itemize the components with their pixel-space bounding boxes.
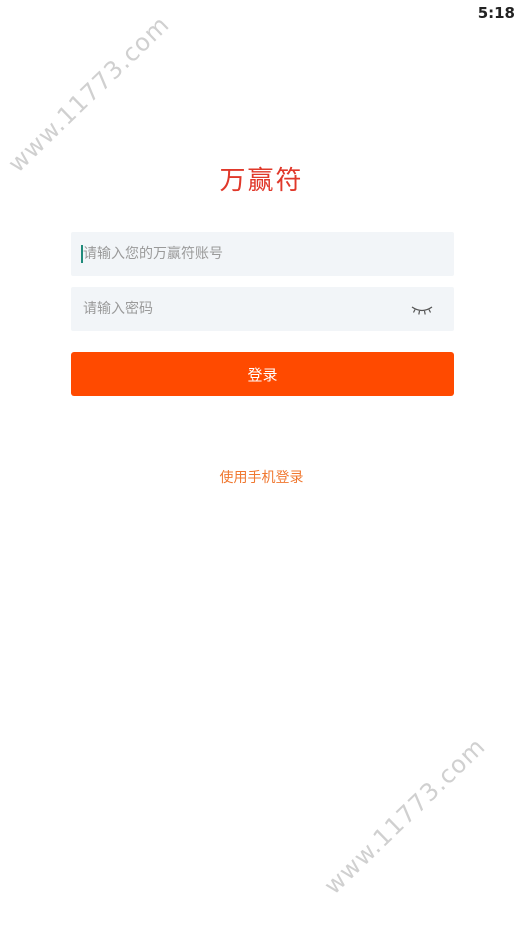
watermark-text: www.11773.com	[2, 10, 175, 179]
login-button[interactable]: 登录	[71, 352, 454, 396]
watermark-text: www.11773.com	[318, 732, 491, 900]
phone-login-link[interactable]: 使用手机登录	[0, 467, 523, 487]
password-field[interactable]	[71, 287, 454, 331]
app-logo: 万赢符	[219, 166, 304, 196]
account-field[interactable]	[71, 232, 454, 276]
status-bar-time: 5:18	[477, 4, 515, 22]
text-caret	[81, 245, 83, 263]
account-input[interactable]	[71, 232, 454, 276]
password-input[interactable]	[71, 287, 454, 331]
eye-closed-icon[interactable]	[410, 300, 434, 318]
